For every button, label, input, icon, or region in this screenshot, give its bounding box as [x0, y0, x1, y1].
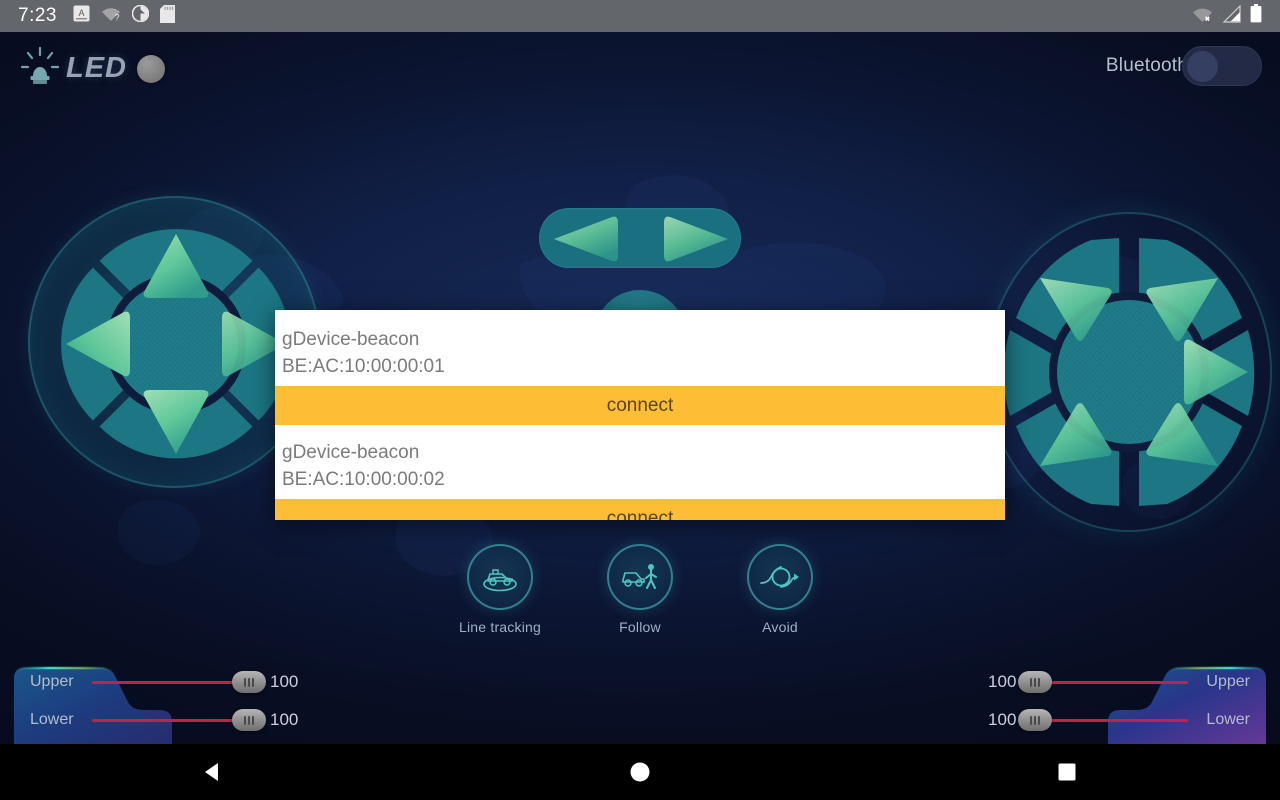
slider-upper-left[interactable]: Upper 100 [30, 670, 298, 694]
bluetooth-toggle-switch[interactable] [1182, 46, 1262, 86]
slider-track-upper-right[interactable] [1018, 671, 1189, 693]
mode-circle-follow[interactable] [607, 544, 673, 610]
mode-label-follow: Follow [619, 619, 661, 635]
slider-thumb-upper-right[interactable] [1018, 671, 1053, 693]
mode-button-avoid[interactable]: Avoid [724, 544, 836, 635]
device-mac-address: BE:AC:10:00:00:02 [282, 469, 445, 490]
mode-button-follow[interactable]: Follow [584, 544, 696, 635]
slider-lower-right[interactable]: 100 Lower [988, 708, 1250, 732]
device-list-item: gDevice-beacon BE:AC:10:00:00:02 connect [275, 425, 1005, 520]
bluetooth-toggle-knob [1187, 51, 1218, 82]
connect-button[interactable]: connect [275, 386, 1005, 425]
back-button[interactable] [153, 760, 273, 784]
device-info: gDevice-beacon BE:AC:10:00:00:01 [275, 310, 1005, 386]
led-label: LED [66, 52, 127, 84]
slider-track-lower-right[interactable] [1018, 709, 1189, 731]
slider-thumb-lower-right[interactable] [1018, 709, 1053, 731]
main-screen: LED Bluetooth Line tracking Follow Avoid… [0, 32, 1280, 744]
mode-label-line-tracking: Line tracking [459, 619, 541, 635]
recents-button[interactable] [1007, 760, 1127, 784]
direction-pad-segments [61, 229, 291, 459]
bluetooth-control-group[interactable]: Bluetooth [1106, 46, 1262, 86]
led-control-group[interactable]: LED [18, 44, 165, 93]
home-button[interactable] [580, 760, 700, 784]
led-toggle-button[interactable] [137, 54, 165, 83]
device-list-item: gDevice-beacon BE:AC:10:00:00:01 connect [275, 310, 1005, 425]
svg-text:?: ? [114, 13, 119, 23]
do-not-disturb-icon [131, 4, 150, 27]
slider-value-lower-right: 100 [988, 710, 1017, 729]
android-navigation-bar [0, 744, 1280, 800]
pill-arrows [554, 216, 728, 262]
car-following-person-icon [622, 564, 657, 589]
mode-circle-avoid[interactable] [747, 544, 813, 610]
slider-label-upper-left: Upper [30, 673, 74, 690]
device-name: gDevice-beacon [282, 442, 420, 463]
svg-text:A: A [78, 8, 84, 18]
slider-track-upper-left[interactable] [92, 671, 266, 693]
slider-label-lower-right: Lower [1206, 711, 1250, 728]
slider-value-lower-left: 100 [270, 710, 299, 729]
slider-lower-left[interactable]: Lower 100 [30, 708, 298, 732]
mode-circle-line-tracking[interactable] [467, 544, 533, 610]
wifi-off-icon [1192, 5, 1213, 28]
battery-icon [1250, 4, 1262, 28]
mode-button-line-tracking[interactable]: Line tracking [444, 544, 556, 635]
slider-value-upper-right: 100 [988, 672, 1017, 691]
connect-button[interactable]: connect [275, 499, 1005, 520]
hex-wheel-ring [986, 212, 1272, 532]
slider-value-upper-left: 100 [270, 672, 299, 691]
car-on-line-icon [483, 569, 517, 592]
beacon-light-icon [18, 44, 62, 93]
pill-arrow-right [664, 216, 728, 262]
mode-label-avoid: Avoid [762, 619, 798, 635]
hex-direction-wheel[interactable] [986, 212, 1272, 532]
status-bar: 7:23 A ? [0, 0, 1280, 32]
cellular-signal-icon [1222, 4, 1241, 28]
wifi-off-icon: ? [101, 5, 121, 27]
pill-arrow-left [554, 216, 618, 262]
back-triangle-icon [205, 763, 219, 781]
obstacle-avoid-arrow-icon [760, 566, 799, 588]
slider-upper-right[interactable]: 100 Upper [988, 670, 1250, 694]
pan-tilt-pill-control[interactable] [539, 208, 741, 268]
slider-thumb-upper-left[interactable] [232, 671, 266, 693]
status-bar-right-icons [1192, 4, 1262, 28]
device-mac-address: BE:AC:10:00:00:01 [282, 356, 445, 377]
slider-track-lower-left[interactable] [92, 709, 266, 731]
device-name: gDevice-beacon [282, 329, 420, 350]
app-root: 7:23 A ? LED Bluetooth Line tracking Fol… [0, 0, 1280, 800]
status-bar-clock: 7:23 [18, 5, 57, 26]
device-info: gDevice-beacon BE:AC:10:00:00:02 [275, 425, 1005, 499]
slider-label-lower-left: Lower [30, 711, 74, 728]
left-slider-panel: Upper 100 Lower 100 [0, 654, 470, 744]
bluetooth-label: Bluetooth [1105, 55, 1188, 76]
mode-button-row: Line tracking Follow Avoid [0, 544, 1280, 635]
bluetooth-device-dialog: gDevice-beacon BE:AC:10:00:00:01 connect… [275, 310, 1005, 520]
slider-thumb-lower-left[interactable] [232, 709, 266, 731]
keyboard-layout-icon: A [73, 5, 90, 27]
right-slider-panel: 100 Upper 100 Lower [810, 654, 1280, 744]
slider-label-upper-right: Upper [1206, 673, 1250, 690]
recents-square-icon [1058, 763, 1076, 781]
sd-card-icon [159, 4, 175, 28]
status-bar-left-icons: A ? [73, 4, 175, 28]
home-circle-icon [630, 762, 650, 782]
